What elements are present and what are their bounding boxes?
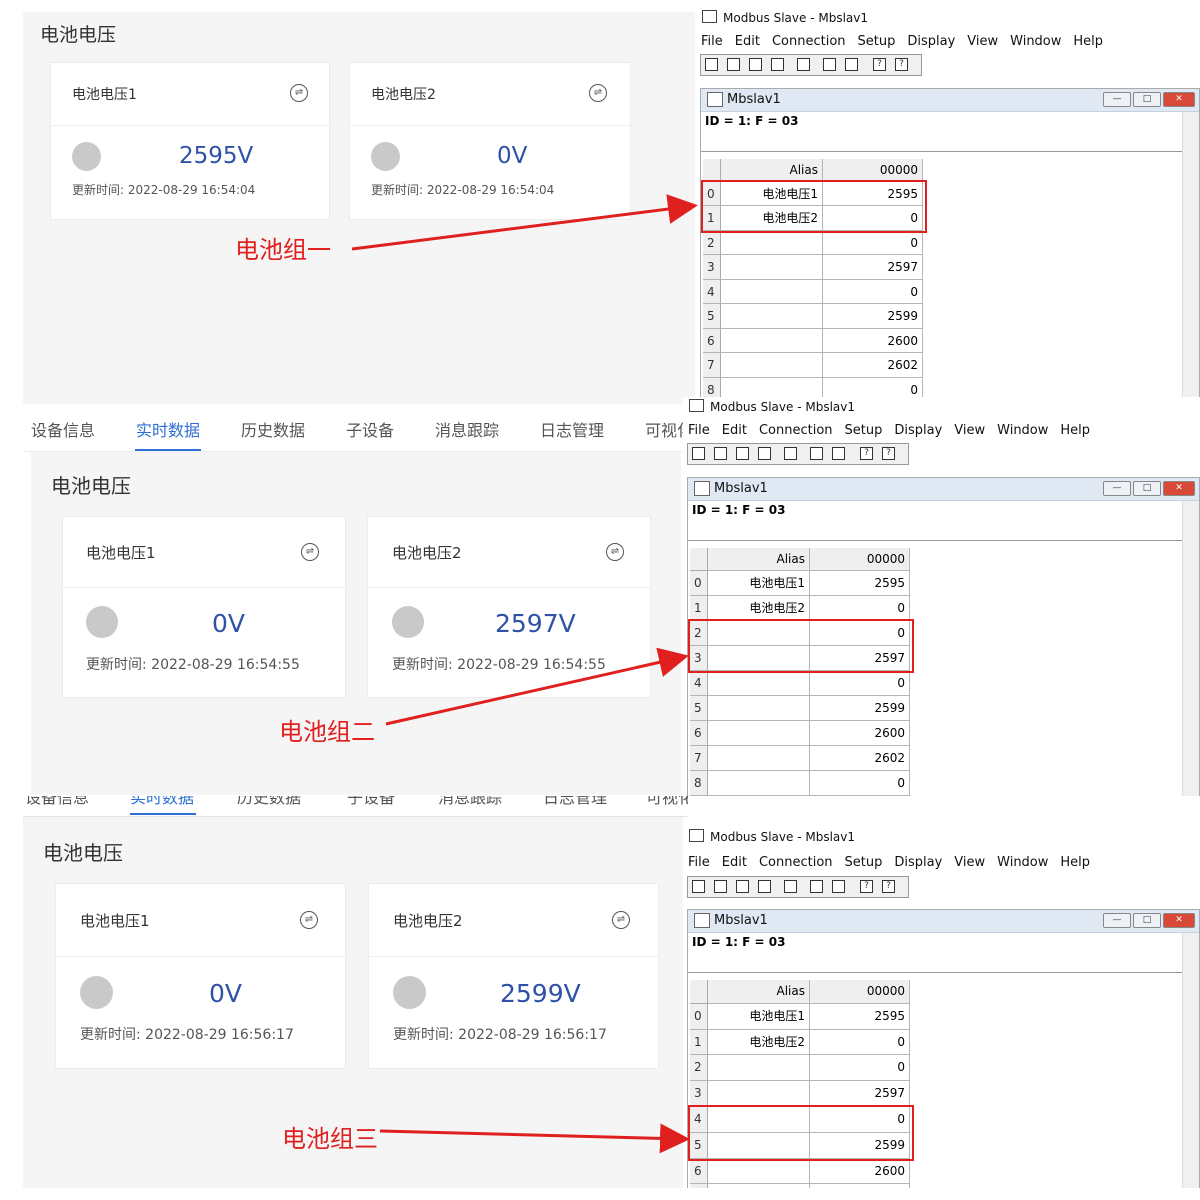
annotation-arrows — [351, 194, 698, 1154]
annotation-arrow-2 — [385, 647, 689, 726]
annotation-arrow-1 — [351, 194, 698, 251]
annotation-arrow-3 — [379, 1123, 690, 1154]
